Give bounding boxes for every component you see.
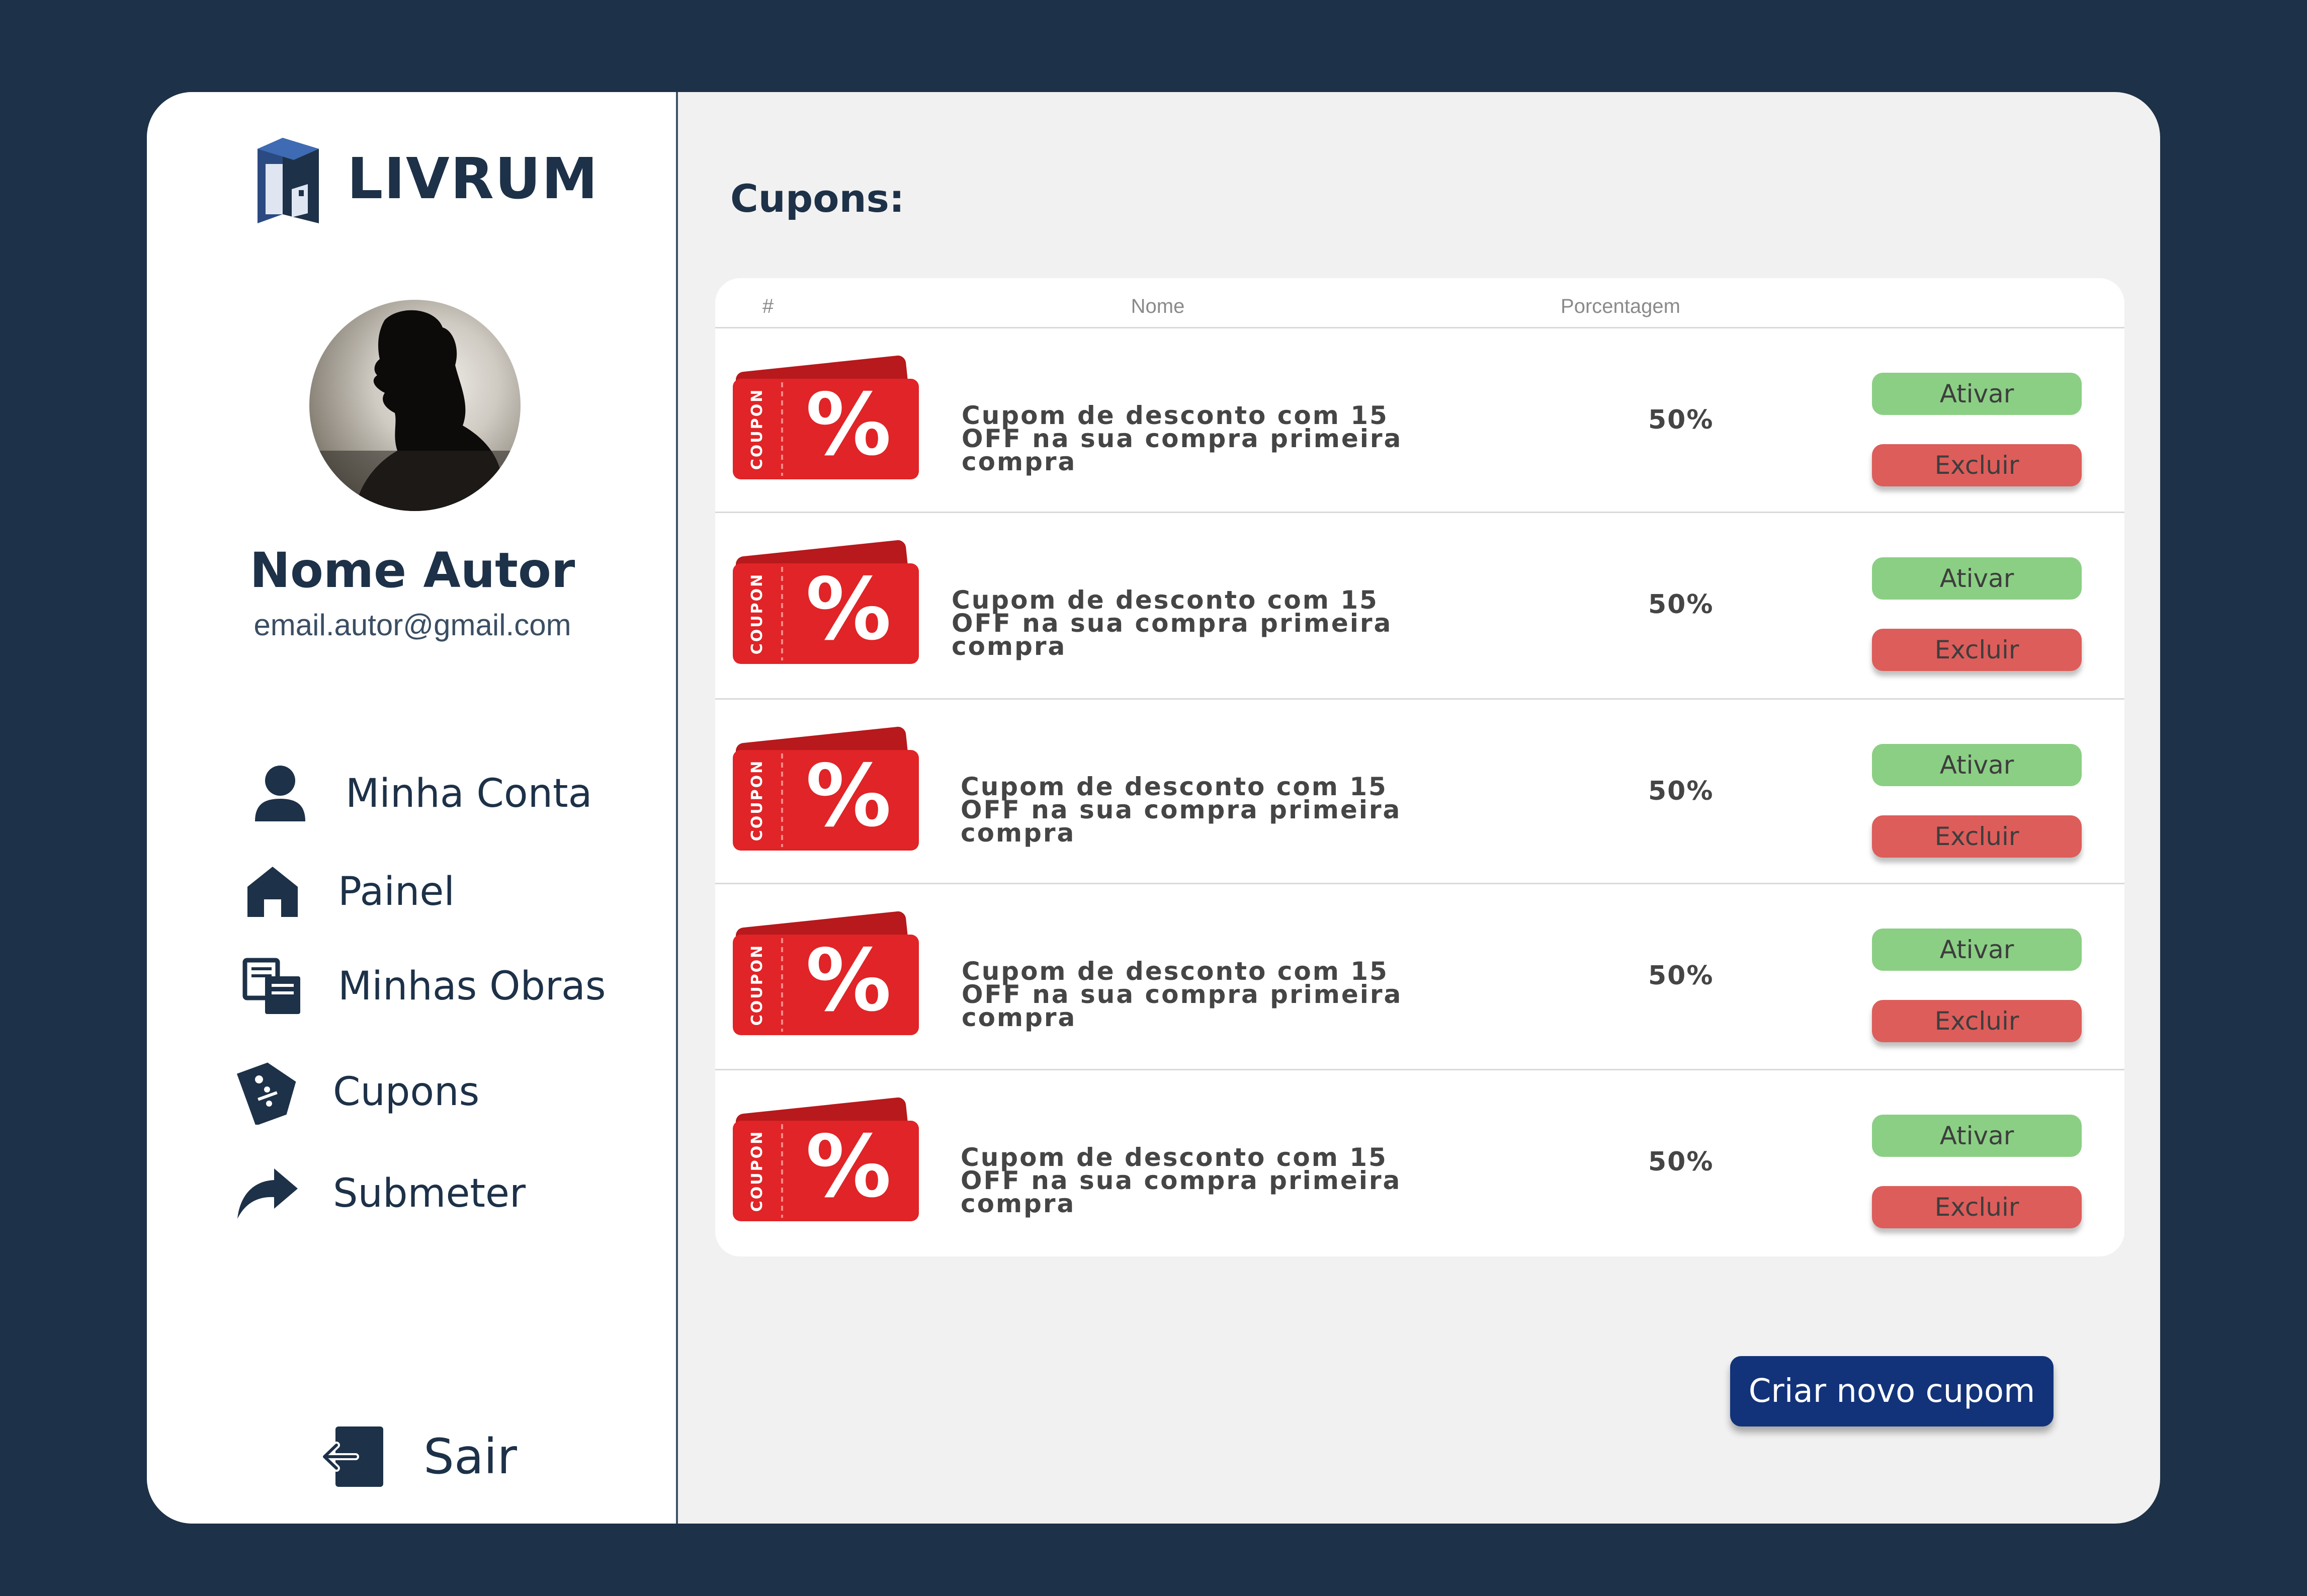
sidebar-item-label: Minha Conta <box>346 771 592 816</box>
share-arrow-icon <box>232 1158 303 1229</box>
activate-button[interactable]: Ativar <box>1872 373 2082 415</box>
sidebar-item-minha-conta[interactable]: Minha Conta <box>245 759 592 829</box>
sidebar-item-label: Painel <box>338 869 455 914</box>
person-silhouette-image <box>309 310 521 511</box>
coupon-ticket-image: COUPON % <box>733 355 919 479</box>
coupon-image-text: COUPON <box>748 760 766 841</box>
books-icon <box>237 951 308 1022</box>
delete-button[interactable]: Excluir <box>1872 815 2082 858</box>
coupon-ticket-image: COUPON % <box>733 911 919 1035</box>
table-row: COUPON % Cupom de desconto com 15 OFF na… <box>715 884 2124 1070</box>
logout-icon <box>318 1421 388 1492</box>
page-title: Cupons: <box>730 176 905 221</box>
percent-glyph: % <box>806 560 891 659</box>
table-row: COUPON % Cupom de desconto com 15 OFF na… <box>715 328 2124 513</box>
home-icon <box>237 857 308 927</box>
sidebar-item-cupons[interactable]: Cupons <box>232 1057 479 1127</box>
percent-glyph: % <box>806 375 891 475</box>
activate-button[interactable]: Ativar <box>1872 1115 2082 1157</box>
coupon-name: Cupom de desconto com 15 OFF na sua comp… <box>962 957 1403 1032</box>
brand-name: LIVRUM <box>347 146 599 212</box>
discount-tag-icon <box>232 1057 303 1127</box>
coupon-ticket-image: COUPON % <box>733 540 919 664</box>
coupon-name: Cupom de desconto com 15 OFF na sua comp… <box>961 772 1402 848</box>
activate-button[interactable]: Ativar <box>1872 929 2082 971</box>
brand-logo[interactable]: LIVRUM <box>252 134 599 224</box>
coupon-image-text: COUPON <box>748 573 766 654</box>
author-email: email.autor@gmail.com <box>253 608 571 642</box>
coupons-table: # Nome Porcentagem COUPON % Cupom de des… <box>715 278 2124 1256</box>
coupon-name: Cupom de desconto com 15 OFF na sua comp… <box>961 1143 1402 1218</box>
avatar <box>309 300 521 511</box>
sidebar-item-submeter[interactable]: Submeter <box>232 1158 526 1229</box>
coupon-image-text: COUPON <box>748 1130 766 1212</box>
delete-button[interactable]: Excluir <box>1872 1000 2082 1042</box>
sidebar-item-label: Cupons <box>333 1069 480 1115</box>
coupon-percent: 50% <box>1648 776 1714 806</box>
sidebar-item-painel[interactable]: Painel <box>237 857 455 927</box>
sidebar-item-label: Minhas Obras <box>338 964 606 1009</box>
coupon-percent: 50% <box>1648 1147 1714 1177</box>
author-name: Nome Autor <box>249 542 575 599</box>
coupon-image-text: COUPON <box>748 944 766 1026</box>
app-window: LIVRUM Nome Autor email.autor@gmail.com … <box>147 92 2160 1524</box>
create-coupon-button[interactable]: Criar novo cupom <box>1730 1356 2054 1426</box>
activate-button[interactable]: Ativar <box>1872 557 2082 600</box>
coupon-image-text: COUPON <box>748 388 766 470</box>
table-row: COUPON % Cupom de desconto com 15 OFF na… <box>715 1070 2124 1256</box>
activate-button[interactable]: Ativar <box>1872 744 2082 786</box>
coupon-percent: 50% <box>1648 405 1714 435</box>
coupon-name: Cupom de desconto com 15 OFF na sua comp… <box>962 401 1403 476</box>
sidebar-item-label: Submeter <box>333 1171 526 1216</box>
table-row: COUPON % Cupom de desconto com 15 OFF na… <box>715 700 2124 884</box>
coupon-ticket-image: COUPON % <box>733 726 919 851</box>
coupon-percent: 50% <box>1648 590 1714 620</box>
logout-label: Sair <box>423 1429 517 1485</box>
book-logo-icon <box>258 138 319 223</box>
delete-button[interactable]: Excluir <box>1872 444 2082 486</box>
sidebar-item-minhas-obras[interactable]: Minhas Obras <box>237 951 606 1022</box>
delete-button[interactable]: Excluir <box>1872 629 2082 671</box>
table-header: # Nome Porcentagem <box>715 278 2124 328</box>
percent-glyph: % <box>806 931 891 1031</box>
column-header-index: # <box>762 295 774 317</box>
coupon-ticket-image: COUPON % <box>733 1097 919 1221</box>
logout-button[interactable]: Sair <box>318 1421 517 1492</box>
percent-glyph: % <box>806 1117 891 1217</box>
sidebar: LIVRUM Nome Autor email.autor@gmail.com … <box>147 92 678 1524</box>
user-icon <box>245 759 315 829</box>
table-row: COUPON % Cupom de desconto com 15 OFF na… <box>715 513 2124 700</box>
percent-glyph: % <box>806 746 891 846</box>
column-header-name: Nome <box>1131 295 1185 317</box>
delete-button[interactable]: Excluir <box>1872 1186 2082 1228</box>
coupon-name: Cupom de desconto com 15 OFF na sua comp… <box>952 585 1393 661</box>
coupon-percent: 50% <box>1648 961 1714 991</box>
column-header-percent: Porcentagem <box>1561 295 1680 317</box>
